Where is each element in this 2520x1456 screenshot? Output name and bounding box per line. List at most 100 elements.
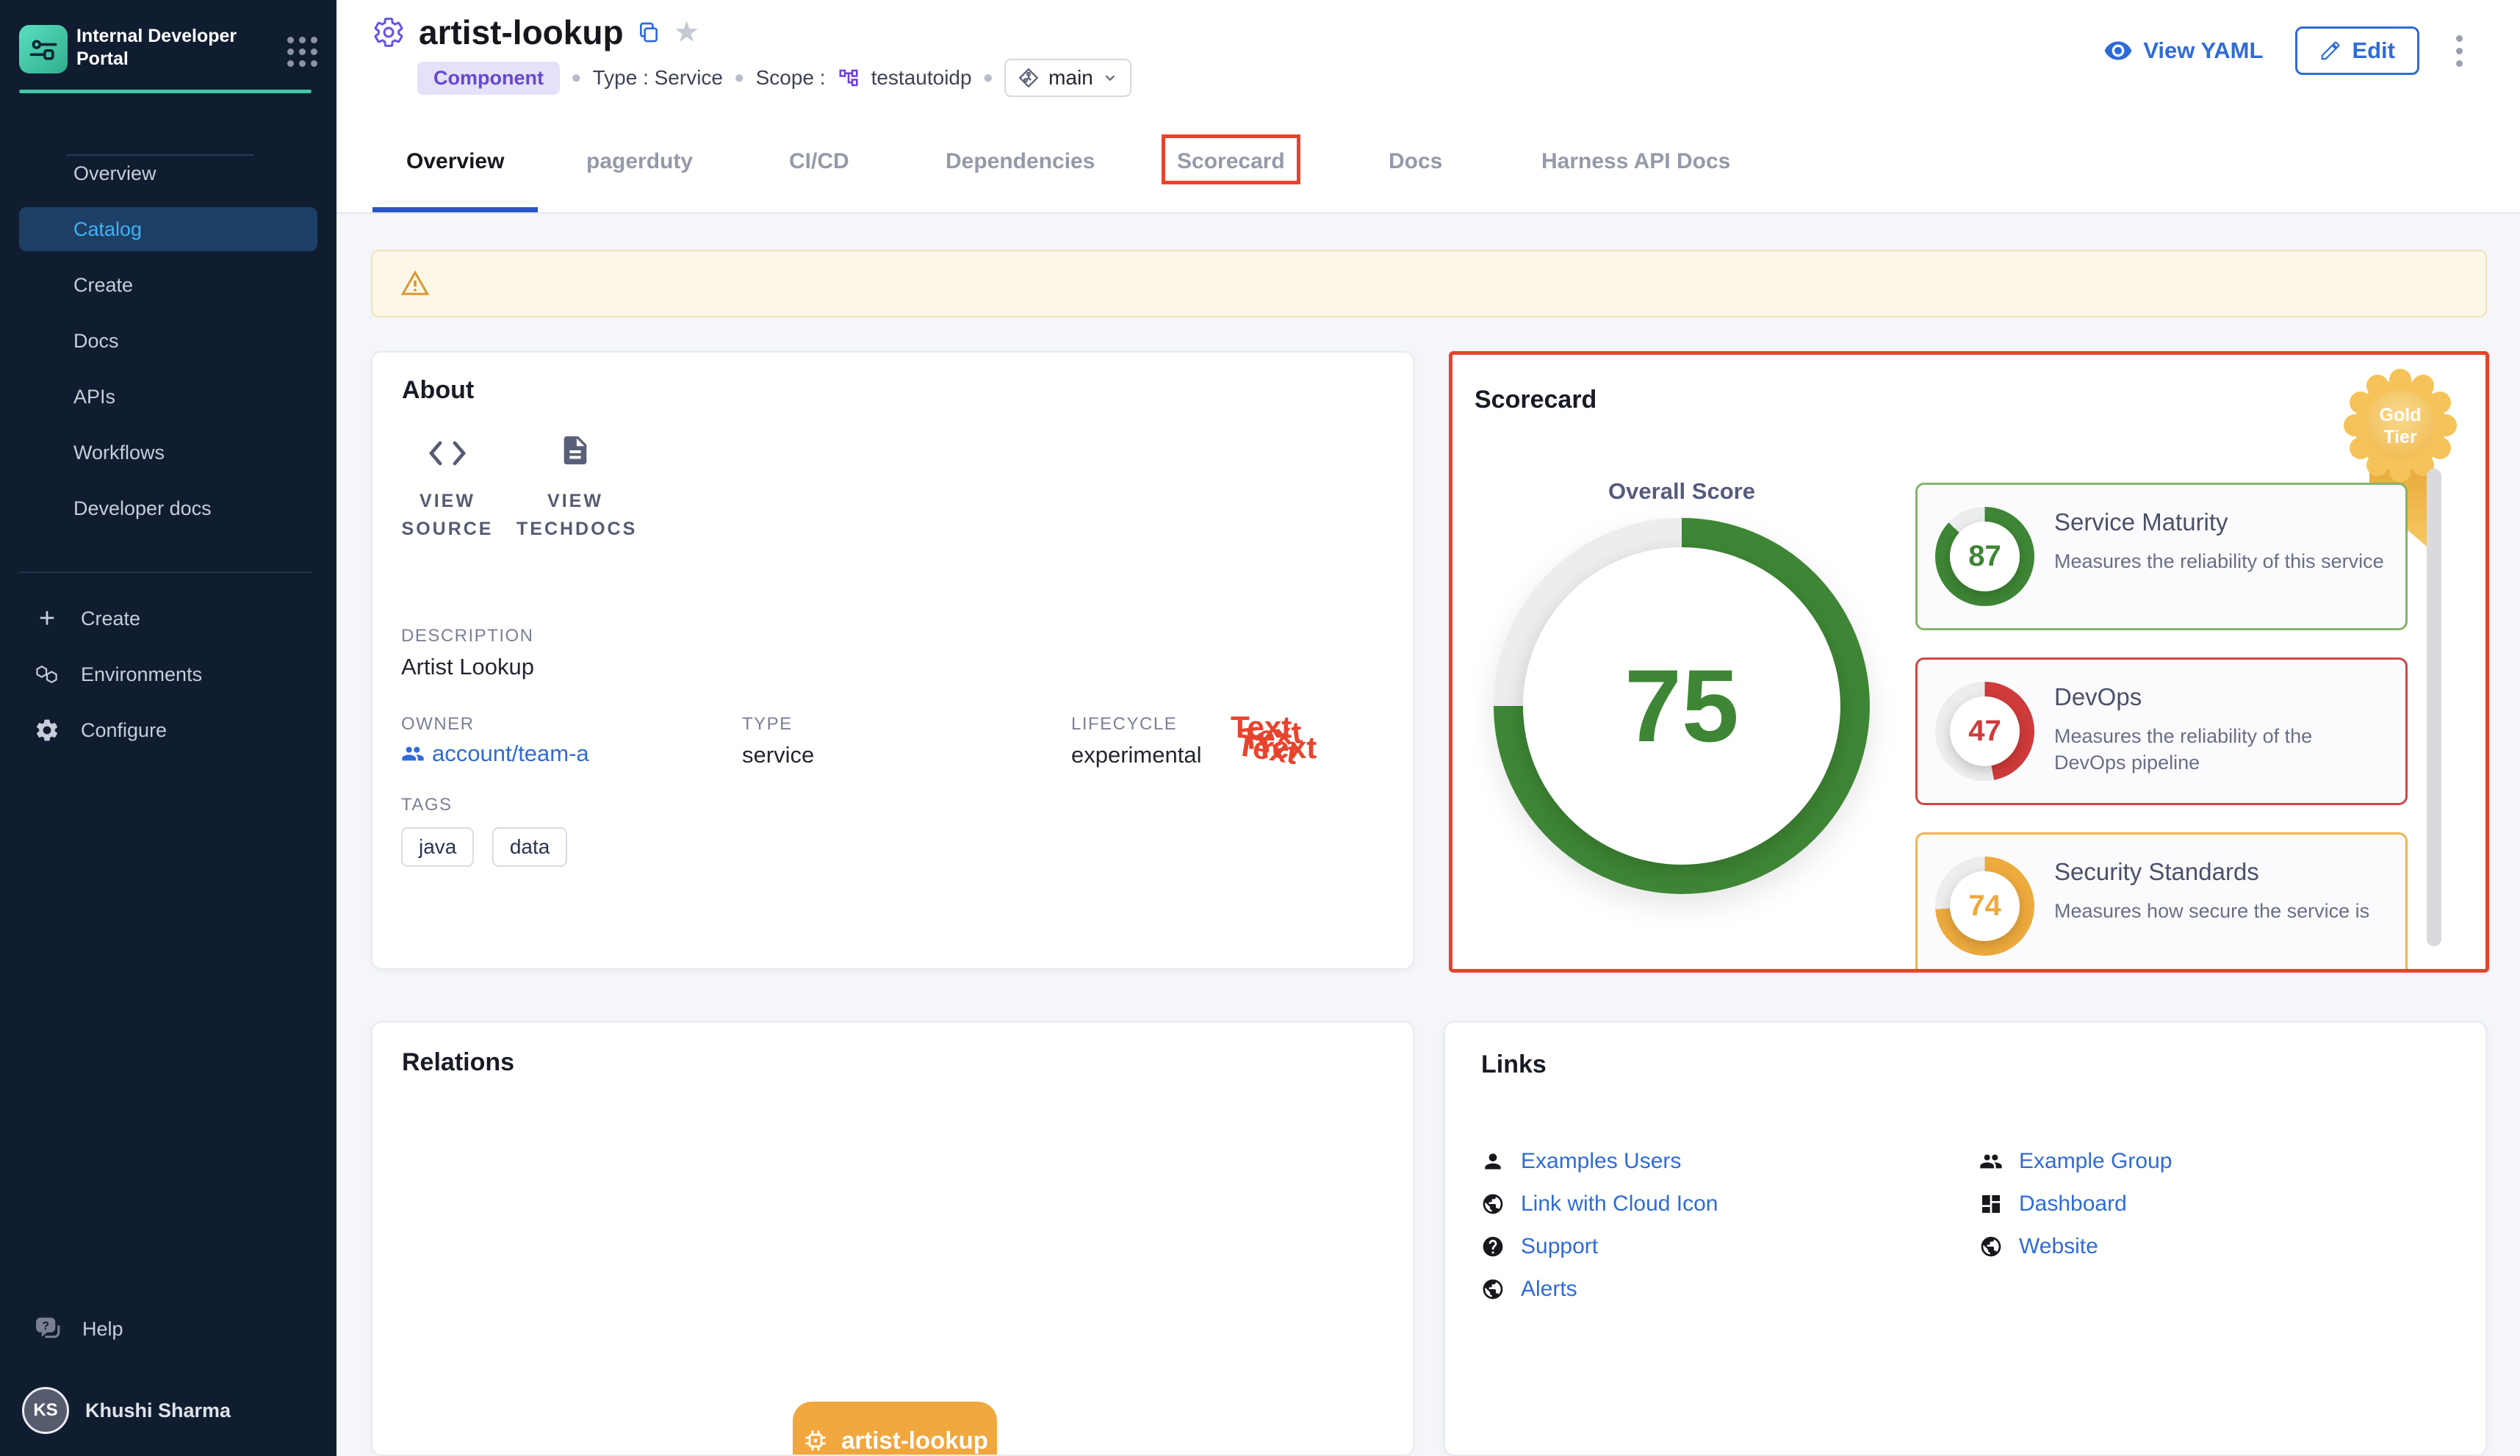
view-yaml-label: View YAML (2143, 37, 2263, 64)
field-label: DESCRIPTION (401, 626, 534, 646)
tab-label: Scorecard (1177, 149, 1285, 174)
entity-meta: Component • Type : Service • Scope : tes… (417, 59, 1131, 97)
tab-pagerduty[interactable]: pagerduty (586, 110, 693, 212)
tab-docs[interactable]: Docs (1389, 110, 1442, 212)
owner-link[interactable]: account/team-a (401, 740, 589, 767)
view-techdocs-action[interactable]: VIEW TECHDOCS (516, 432, 634, 543)
tab-cicd[interactable]: CI/CD (789, 110, 849, 212)
link-label: Website (2019, 1234, 2098, 1259)
svg-text:?: ? (42, 1320, 48, 1333)
sidebar-item-docs[interactable]: Docs (0, 313, 336, 369)
tab-overview[interactable]: Overview (406, 110, 504, 212)
scorecard-item-devops[interactable]: 47 DevOps Measures the reliability of th… (1915, 657, 2408, 805)
scorecard-card: Scorecard (1449, 351, 2489, 973)
pencil-icon (2319, 40, 2341, 62)
tag-chip[interactable]: data (492, 827, 568, 867)
sidebar-action-label: Environments (81, 663, 202, 686)
kebab-menu-icon[interactable] (2452, 31, 2467, 71)
sidebar-item-create[interactable]: Create (0, 257, 336, 313)
overall-score-value: 75 (1624, 646, 1739, 765)
plus-icon: + (34, 605, 60, 633)
sidebar-user[interactable]: KS Khushi Sharma (22, 1387, 231, 1434)
app-grid-icon[interactable] (287, 37, 317, 67)
score-value: 87 (1968, 540, 2001, 573)
chevron-down-icon (1102, 70, 1118, 86)
link-label: Link with Cloud Icon (1521, 1192, 1718, 1217)
scorecard-title: Scorecard (1475, 386, 1596, 414)
field-label: TAGS (401, 795, 582, 815)
sidebar-nav: Overview Catalog Create Docs APIs Workfl… (0, 145, 336, 536)
sidebar-action-label: Configure (81, 719, 167, 742)
link-dashboard[interactable]: Dashboard (1979, 1192, 2172, 1217)
link-website[interactable]: Website (1979, 1234, 2172, 1259)
link-label: Support (1521, 1234, 1598, 1259)
link-example-group[interactable]: Example Group (1979, 1149, 2172, 1174)
scope-text: Scope : (756, 66, 826, 90)
star-icon[interactable]: ★ (674, 18, 700, 47)
lifecycle-field: LIFECYCLE experimental (1071, 714, 1201, 768)
type-text: Type : Service (593, 66, 723, 90)
branch-diamond-icon (1018, 67, 1040, 89)
tab-harness-api-docs[interactable]: Harness API Docs (1541, 110, 1730, 212)
header-actions: View YAML Edit (2103, 22, 2467, 79)
sidebar-action-configure[interactable]: Configure (0, 702, 336, 758)
overall-score-label: Overall Score (1549, 478, 1814, 505)
app-logo-icon (19, 25, 68, 73)
view-yaml-button[interactable]: View YAML (2103, 36, 2263, 65)
scorecard-item-name: Service Maturity (2054, 508, 2228, 536)
tag-chip[interactable]: java (401, 827, 474, 867)
edit-button[interactable]: Edit (2295, 26, 2419, 75)
tab-label: Docs (1389, 149, 1442, 174)
link-support[interactable]: Support (1481, 1234, 1718, 1259)
link-label: Example Group (2019, 1149, 2172, 1174)
relations-node-artist-lookup[interactable]: artist-lookup (793, 1402, 997, 1456)
description-value: Artist Lookup (401, 654, 534, 680)
sidebar-item-apis[interactable]: APIs (0, 369, 336, 425)
code-icon (427, 438, 468, 469)
link-examples-users[interactable]: Examples Users (1481, 1149, 1718, 1174)
copy-icon[interactable] (637, 21, 660, 44)
brand[interactable]: Internal Developer Portal (19, 25, 317, 73)
sidebar-item-overview[interactable]: Overview (0, 145, 336, 201)
warning-icon (400, 269, 430, 298)
sidebar-item-label: Developer docs (73, 497, 212, 520)
field-label: TYPE (742, 714, 814, 735)
tab-label: CI/CD (789, 149, 849, 174)
group-icon (401, 742, 425, 765)
link-cloud-icon[interactable]: Link with Cloud Icon (1481, 1192, 1718, 1217)
scorecard-item-name: DevOps (2054, 683, 2142, 711)
kind-badge[interactable]: Component (417, 62, 560, 95)
sidebar-item-workflows[interactable]: Workflows (0, 425, 336, 480)
sidebar-item-catalog[interactable]: Catalog (19, 207, 317, 251)
type-field: TYPE service (742, 714, 814, 768)
view-source-label: VIEW SOURCE (389, 488, 506, 543)
scorecard-item-description: Measures the reliability of this service (2054, 548, 2388, 574)
document-icon (558, 432, 592, 469)
sidebar-item-label: Overview (73, 162, 156, 185)
edit-label: Edit (2352, 37, 2395, 64)
sidebar-item-label: Catalog (73, 218, 142, 241)
branch-select[interactable]: main (1004, 59, 1131, 97)
globe-icon (1481, 1277, 1505, 1301)
scorecard-item-security-standards[interactable]: 74 Security Standards Measures how secur… (1915, 832, 2408, 973)
avatar: KS (22, 1387, 69, 1434)
scrollbar-thumb[interactable] (2427, 469, 2441, 946)
sidebar-actions: + Create Environments Configure (0, 591, 336, 758)
sidebar-item-label: Workflows (73, 442, 165, 464)
scorecard-item-service-maturity[interactable]: 87 Service Maturity Measures the reliabi… (1915, 483, 2408, 630)
tab-label: Harness API Docs (1541, 149, 1730, 174)
tab-scorecard[interactable]: Scorecard (1177, 110, 1285, 212)
sidebar-help[interactable]: ? Help (34, 1315, 123, 1343)
sidebar-action-create[interactable]: + Create (0, 591, 336, 646)
score-value: 47 (1968, 715, 2001, 748)
tab-dependencies[interactable]: Dependencies (946, 110, 1095, 212)
view-techdocs-label: VIEW TECHDOCS (516, 488, 634, 543)
sidebar-item-developer-docs[interactable]: Developer docs (0, 480, 336, 536)
scorecard-item-description: Measures the reliability of the DevOps p… (2054, 723, 2388, 776)
link-alerts[interactable]: Alerts (1481, 1277, 1718, 1302)
screen: Internal Developer Portal Overview Catal… (0, 0, 2520, 1456)
view-source-action[interactable]: VIEW SOURCE (389, 438, 506, 543)
scorecard-item-description: Measures how secure the service is (2054, 898, 2388, 924)
glitch-text: Text Text Text Text (1231, 710, 1348, 783)
sidebar-action-environments[interactable]: Environments (0, 646, 336, 702)
